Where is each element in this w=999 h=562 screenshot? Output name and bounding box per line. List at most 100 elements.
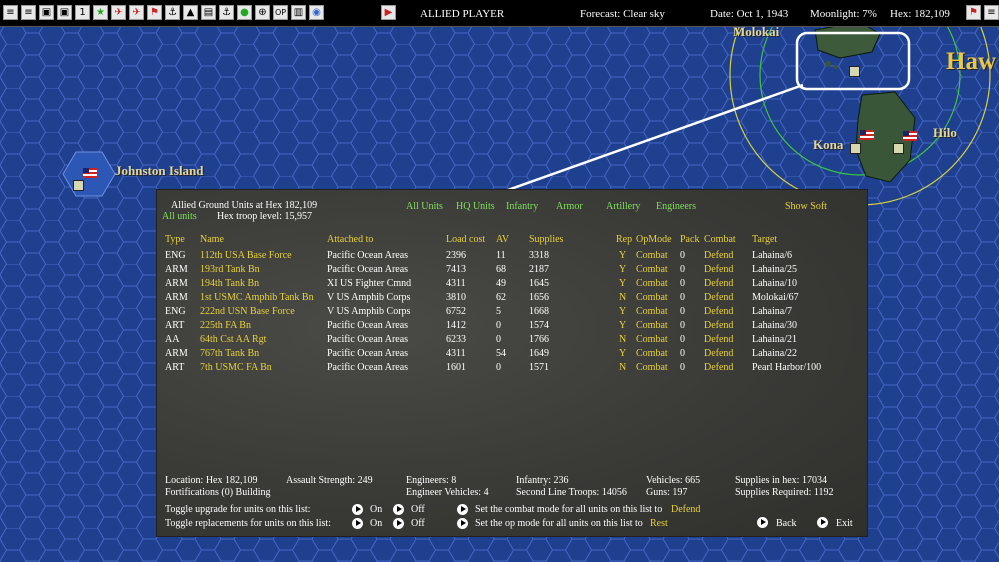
col-type[interactable]: Type [165, 234, 185, 246]
cell-rep[interactable]: N [619, 292, 626, 304]
flag-icon[interactable] [83, 168, 97, 178]
toolbar-button-14[interactable]: ● [237, 5, 252, 20]
upgrade-on-button[interactable]: On [370, 504, 382, 516]
col-rep[interactable]: Rep [616, 234, 632, 246]
toolbar-button-op[interactable]: OP [273, 5, 288, 20]
cell-name[interactable]: 225th FA Bn [200, 320, 251, 332]
cell-opmode[interactable]: Combat [636, 292, 668, 304]
cell-name[interactable]: 7th USMC FA Bn [200, 362, 272, 374]
back-button[interactable]: Back [776, 518, 797, 530]
unit-counter-icon[interactable] [850, 143, 861, 154]
flag-toolbar-icon[interactable]: ⚑ [966, 5, 981, 20]
show-soft-button[interactable]: Show Soft [785, 201, 827, 213]
filter-artillery[interactable]: Artillery [606, 201, 640, 213]
col-av[interactable]: AV [496, 234, 509, 246]
toolbar-button-1[interactable]: ≡ [3, 5, 18, 20]
cell-rep[interactable]: Y [619, 306, 626, 318]
cell-combat[interactable]: Defend [704, 320, 733, 332]
cell-opmode[interactable]: Combat [636, 348, 668, 360]
filter-hq-units[interactable]: HQ Units [456, 201, 495, 213]
cell-rep[interactable]: Y [619, 250, 626, 262]
combat-mode-value[interactable]: Defend [671, 504, 700, 516]
set-op-arrow-icon[interactable] [457, 518, 468, 529]
cell-combat[interactable]: Defend [704, 278, 733, 290]
replacements-on-button[interactable]: On [370, 518, 382, 530]
replacements-on-arrow-icon[interactable] [352, 518, 363, 529]
toolbar-button-7[interactable]: ✈ [111, 5, 126, 20]
toolbar-button-2[interactable]: ≡ [21, 5, 36, 20]
back-arrow-icon[interactable] [757, 517, 768, 528]
toolbar-button-17[interactable]: ▥ [291, 5, 306, 20]
toolbar-button-9[interactable]: ⚑ [147, 5, 162, 20]
cell-combat[interactable]: Defend [704, 306, 733, 318]
col-combat[interactable]: Combat [704, 234, 736, 246]
filter-all-units[interactable]: All Units [406, 201, 443, 213]
filter-engineers[interactable]: Engineers [656, 201, 696, 213]
col-target[interactable]: Target [752, 234, 777, 246]
cell-rep[interactable]: Y [619, 320, 626, 332]
unit-counter-icon[interactable] [893, 143, 904, 154]
cell-name[interactable]: 194th Tank Bn [200, 278, 259, 290]
cell-name[interactable]: 112th USA Base Force [200, 250, 292, 262]
filter-infantry[interactable]: Infantry [506, 201, 538, 213]
col-attached[interactable]: Attached to [327, 234, 373, 246]
upgrade-off-arrow-icon[interactable] [393, 504, 404, 515]
upgrade-off-button[interactable]: Off [411, 504, 425, 516]
menu-icon[interactable]: ≡ [984, 5, 999, 20]
cell-name[interactable]: 767th Tank Bn [200, 348, 259, 360]
set-op-label[interactable]: Set the op mode for all units on this li… [475, 518, 643, 530]
set-combat-arrow-icon[interactable] [457, 504, 468, 515]
unit-counter-icon[interactable] [849, 66, 860, 77]
op-mode-value[interactable]: Rest [650, 518, 668, 530]
cell-opmode[interactable]: Combat [636, 334, 668, 346]
col-name[interactable]: Name [200, 234, 224, 246]
cell-rep[interactable]: Y [619, 348, 626, 360]
flag-icon[interactable] [860, 130, 874, 140]
cell-combat[interactable]: Defend [704, 292, 733, 304]
upgrade-on-arrow-icon[interactable] [352, 504, 363, 515]
cell-name[interactable]: 64th Cst AA Rgt [200, 334, 266, 346]
cell-rep[interactable]: Y [619, 264, 626, 276]
cell-opmode[interactable]: Combat [636, 362, 668, 374]
toolbar-button-10[interactable]: ⚓ [165, 5, 180, 20]
unit-counter-icon[interactable] [73, 180, 84, 191]
end-turn-button[interactable]: ▶ [381, 5, 396, 20]
set-combat-label[interactable]: Set the combat mode for all units on thi… [475, 504, 662, 516]
toolbar-button-5[interactable]: 1 [75, 5, 90, 20]
cell-combat[interactable]: Defend [704, 264, 733, 276]
cell-rep[interactable]: Y [619, 278, 626, 290]
toolbar-button-8[interactable]: ✈ [129, 5, 144, 20]
toolbar-button-12[interactable]: ▤ [201, 5, 216, 20]
toolbar-button-11[interactable]: ▲ [183, 5, 198, 20]
cell-combat[interactable]: Defend [704, 348, 733, 360]
cell-combat[interactable]: Defend [704, 334, 733, 346]
col-pack[interactable]: Pack [680, 234, 699, 246]
flag-icon[interactable] [903, 131, 917, 141]
toolbar-button-15[interactable]: ⊕ [255, 5, 270, 20]
toolbar-button-6[interactable]: ★ [93, 5, 108, 20]
cell-opmode[interactable]: Combat [636, 250, 668, 262]
toolbar-button-3[interactable]: ▣ [39, 5, 54, 20]
exit-arrow-icon[interactable] [817, 517, 828, 528]
cell-name[interactable]: 1st USMC Amphib Tank Bn [200, 292, 314, 304]
cell-opmode[interactable]: Combat [636, 320, 668, 332]
cell-name[interactable]: 193rd Tank Bn [200, 264, 260, 276]
replacements-off-arrow-icon[interactable] [393, 518, 404, 529]
cell-rep[interactable]: N [619, 334, 626, 346]
col-supplies[interactable]: Supplies [529, 234, 563, 246]
col-load-cost[interactable]: Load cost [446, 234, 485, 246]
cell-name[interactable]: 222nd USN Base Force [200, 306, 295, 318]
cell-combat[interactable]: Defend [704, 250, 733, 262]
cell-opmode[interactable]: Combat [636, 264, 668, 276]
replacements-off-button[interactable]: Off [411, 518, 425, 530]
cell-rep[interactable]: N [619, 362, 626, 374]
cell-opmode[interactable]: Combat [636, 306, 668, 318]
exit-button[interactable]: Exit [836, 518, 853, 530]
toolbar-button-18[interactable]: ◉ [309, 5, 324, 20]
col-opmode[interactable]: OpMode [636, 234, 672, 246]
cell-opmode[interactable]: Combat [636, 278, 668, 290]
toolbar-button-13[interactable]: ⚓ [219, 5, 234, 20]
toolbar-button-4[interactable]: ▣ [57, 5, 72, 20]
cell-combat[interactable]: Defend [704, 362, 733, 374]
filter-armor[interactable]: Armor [556, 201, 583, 213]
